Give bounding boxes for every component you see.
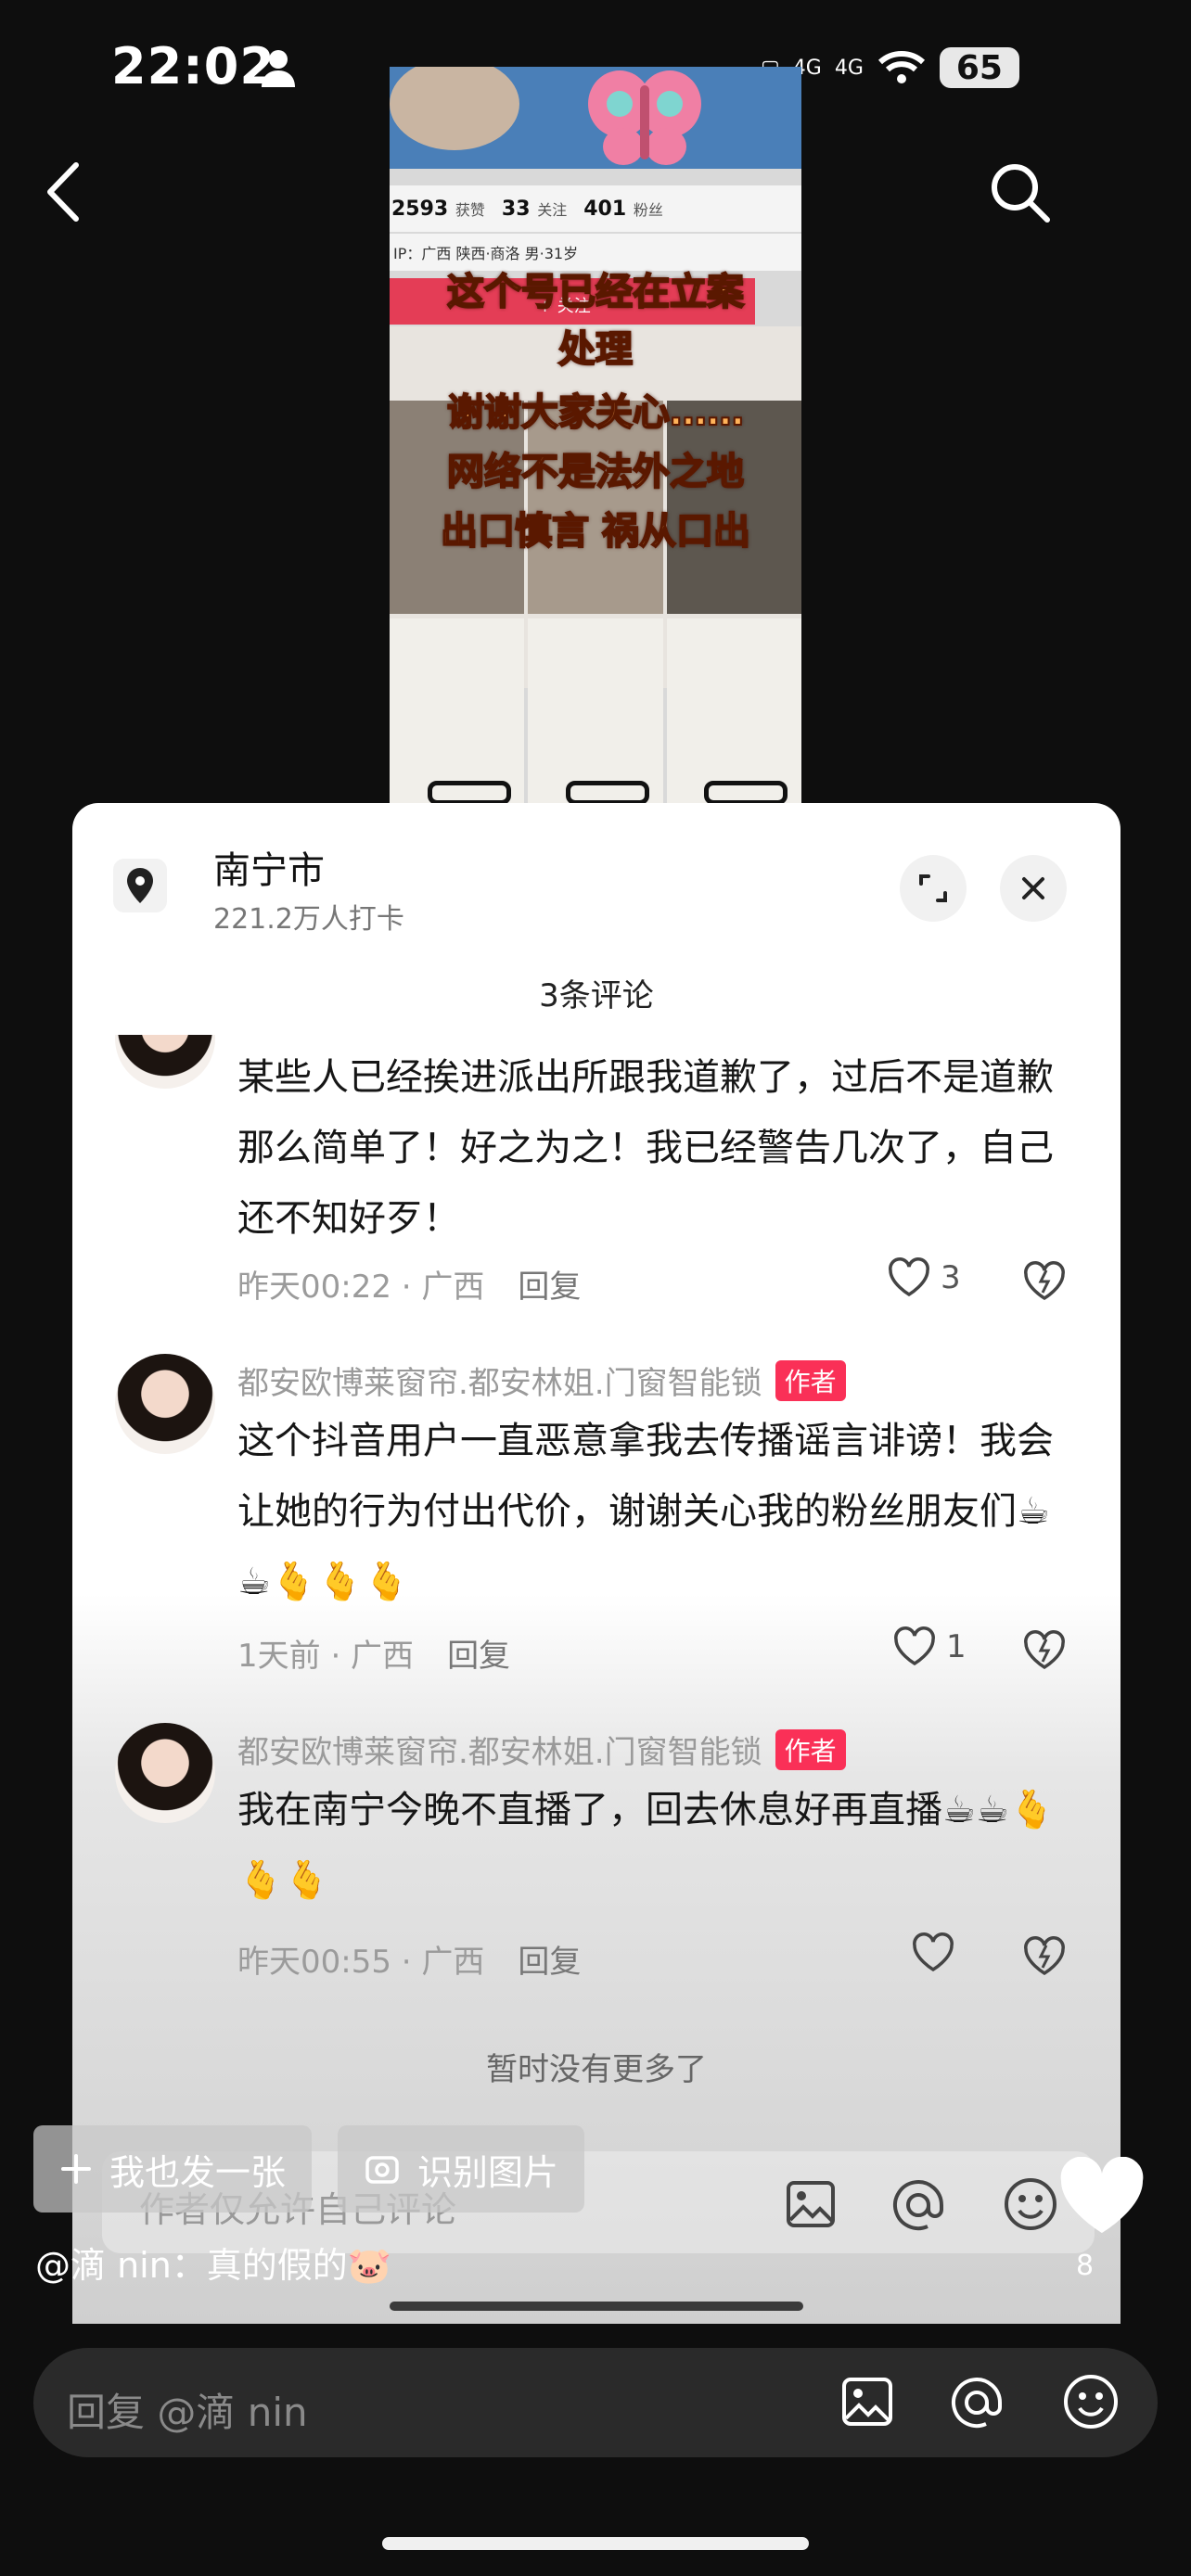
battery-level: 65 [939,47,1019,88]
comment-meta: 1天前 · 广西 回复 [237,1630,510,1676]
comment-text: 这个抖音用户一直恶意拿我去传播谣言诽谤！我会让她的行为付出代价，谢谢关心我的粉丝… [237,1420,1054,1603]
close-button[interactable] [1000,855,1067,922]
signal-4g-2: 4G [834,56,864,80]
video-caption-1: 这个号已经在立案 [446,270,745,314]
back-button[interactable] [37,159,93,224]
scan-icon [365,2156,399,2184]
image-picker-icon[interactable] [785,2179,837,2229]
comment-sheet: 南宁市 221.2万人打卡 3条评论 某些人已经挨进派出所跟我道歉了，过后不是道… [72,803,1121,2324]
comment-count: 3条评论 [539,977,654,1014]
heart-outline-icon [889,1257,929,1297]
like-button[interactable] [911,1932,965,1973]
sheet-drag-handle[interactable] [390,2302,803,2311]
butterfly-sticker-icon [588,70,701,165]
heart-outline-icon [913,1932,954,1972]
like-button[interactable]: 1 [892,1626,967,1667]
video-caption-3: 谢谢大家关心…… [446,390,745,435]
author-badge: 作者 [775,1729,846,1770]
mention-icon[interactable] [890,2177,946,2233]
comment-time: 昨天00:22 · 广西 [237,1269,485,1306]
emoji-icon[interactable] [1002,2175,1059,2233]
post-too-button[interactable]: 我也发一张 [33,2125,313,2213]
location-title[interactable]: 南宁市 [213,840,325,894]
location-checkins: 221.2万人打卡 [213,903,404,936]
like-count: 1 [946,1628,967,1665]
location-icon-box [113,859,167,912]
like-count: 3 [941,1259,961,1296]
reply-emoji-icon[interactable] [1061,2372,1121,2431]
wifi-icon [877,51,925,83]
reply-input-placeholder: 回复 @滴 nin [67,2390,308,2435]
author-badge: 作者 [775,1360,846,1401]
expand-button[interactable] [900,855,967,922]
comment-author-name[interactable]: 都安欧博莱窗帘.都安林姐.门窗智能锁 [237,1365,762,1402]
video-caption-comment: @滴 nin：真的假的🐷 [35,2245,392,2286]
dislike-button[interactable] [1022,1936,1067,1977]
like-button[interactable]: 3 [887,1257,961,1298]
plus-icon [61,2154,91,2184]
comment-meta: 昨天00:22 · 广西 回复 [237,1261,581,1307]
reply-button[interactable]: 回复 [518,1944,581,1981]
status-time: 22:02 [111,37,275,96]
comment-time: 1天前 · 广西 [237,1638,415,1675]
home-indicator[interactable] [382,2537,809,2550]
reply-mention-icon[interactable] [948,2374,1005,2431]
comment-author-name[interactable]: 都安欧博莱窗帘.都安林姐.门窗智能锁 [237,1734,762,1771]
video-caption-2: 处理 [557,327,634,372]
expand-icon [919,874,947,902]
video-caption-5: 出口慎言 祸从口出 [440,509,751,554]
comment-author[interactable]: 都安欧博莱窗帘.都安林姐.门窗智能锁 作者 [237,1358,846,1403]
recognize-image-button[interactable]: 识别图片 [338,2125,585,2213]
comment-time: 昨天00:55 · 广西 [237,1944,485,1981]
video-works-row-2 [390,618,801,809]
user-icon [262,50,295,87]
video-like-count: 8 [1076,2250,1095,2282]
comment-avatar[interactable] [115,1354,215,1454]
dislike-button[interactable] [1022,1630,1067,1671]
comment-author[interactable]: 都安欧博莱窗帘.都安林姐.门窗智能锁 作者 [237,1727,846,1772]
comment-text: 某些人已经挨进派出所跟我道歉了，过后不是道歉那么简单了！好之为之！我已经警告几次… [237,1056,1054,1240]
dislike-button[interactable] [1022,1261,1067,1302]
no-more-comments: 暂时没有更多了 [486,2051,707,2088]
reply-button[interactable]: 回复 [447,1638,510,1675]
like-video-heart-icon[interactable] [1057,2157,1146,2237]
location-pin-icon [127,868,153,903]
video-caption-4: 网络不是法外之地 [446,450,745,494]
recognize-image-label: 识别图片 [417,2151,559,2193]
comment-avatar[interactable] [115,1723,215,1823]
heart-outline-icon [894,1626,935,1666]
post-too-label: 我也发一张 [109,2151,287,2193]
video-profile-stats: 2593 获赞 33 关注 401 粉丝 [390,185,801,232]
comment-text: 我在南宁今晚不直播了，回去休息好再直播☕☕🫰🫰🫰 [237,1789,1056,1902]
comment-meta: 昨天00:55 · 广西 回复 [237,1936,581,1982]
search-button[interactable] [983,156,1057,230]
close-icon [1022,877,1044,899]
reply-button[interactable]: 回复 [518,1269,581,1306]
reply-image-icon[interactable] [840,2376,894,2428]
video-frame[interactable]: 2593 获赞 33 关注 401 粉丝 IP：广西 陕西·商洛 男·31岁 +… [390,67,801,809]
